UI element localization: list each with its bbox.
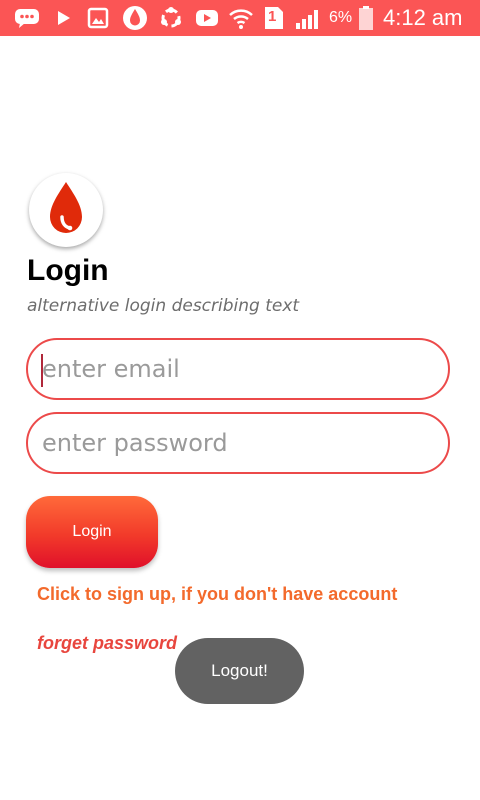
signup-link[interactable]: Click to sign up, if you don't have acco… — [37, 582, 397, 606]
sync-icon — [158, 6, 184, 30]
page-title: Login — [27, 254, 109, 287]
toast-message: Logout! — [211, 661, 268, 680]
logout-toast: Logout! — [175, 638, 304, 704]
sim-slot-number: 1 — [268, 8, 277, 25]
password-field[interactable] — [26, 412, 450, 474]
email-field[interactable] — [26, 338, 450, 400]
battery-percent: 6% — [329, 9, 353, 26]
text-cursor — [41, 354, 43, 387]
status-bar: 1 6% 4:12 am — [0, 0, 480, 36]
forget-password-link[interactable]: forget password — [37, 631, 177, 655]
battery-icon — [358, 6, 374, 30]
play-store-icon — [56, 6, 72, 30]
blood-drop-phone-icon — [50, 182, 82, 233]
youtube-icon — [195, 6, 219, 30]
app-logo — [29, 173, 103, 247]
page-subtitle: alternative login describing text — [27, 296, 300, 316]
clock-time: 4:12 am — [383, 5, 463, 30]
wifi-icon — [228, 6, 254, 30]
login-button[interactable]: Login — [26, 496, 158, 568]
messages-icon — [14, 6, 40, 30]
signal-icon — [295, 6, 323, 30]
blood-drop-app-icon — [122, 6, 148, 30]
gallery-icon — [87, 6, 109, 30]
